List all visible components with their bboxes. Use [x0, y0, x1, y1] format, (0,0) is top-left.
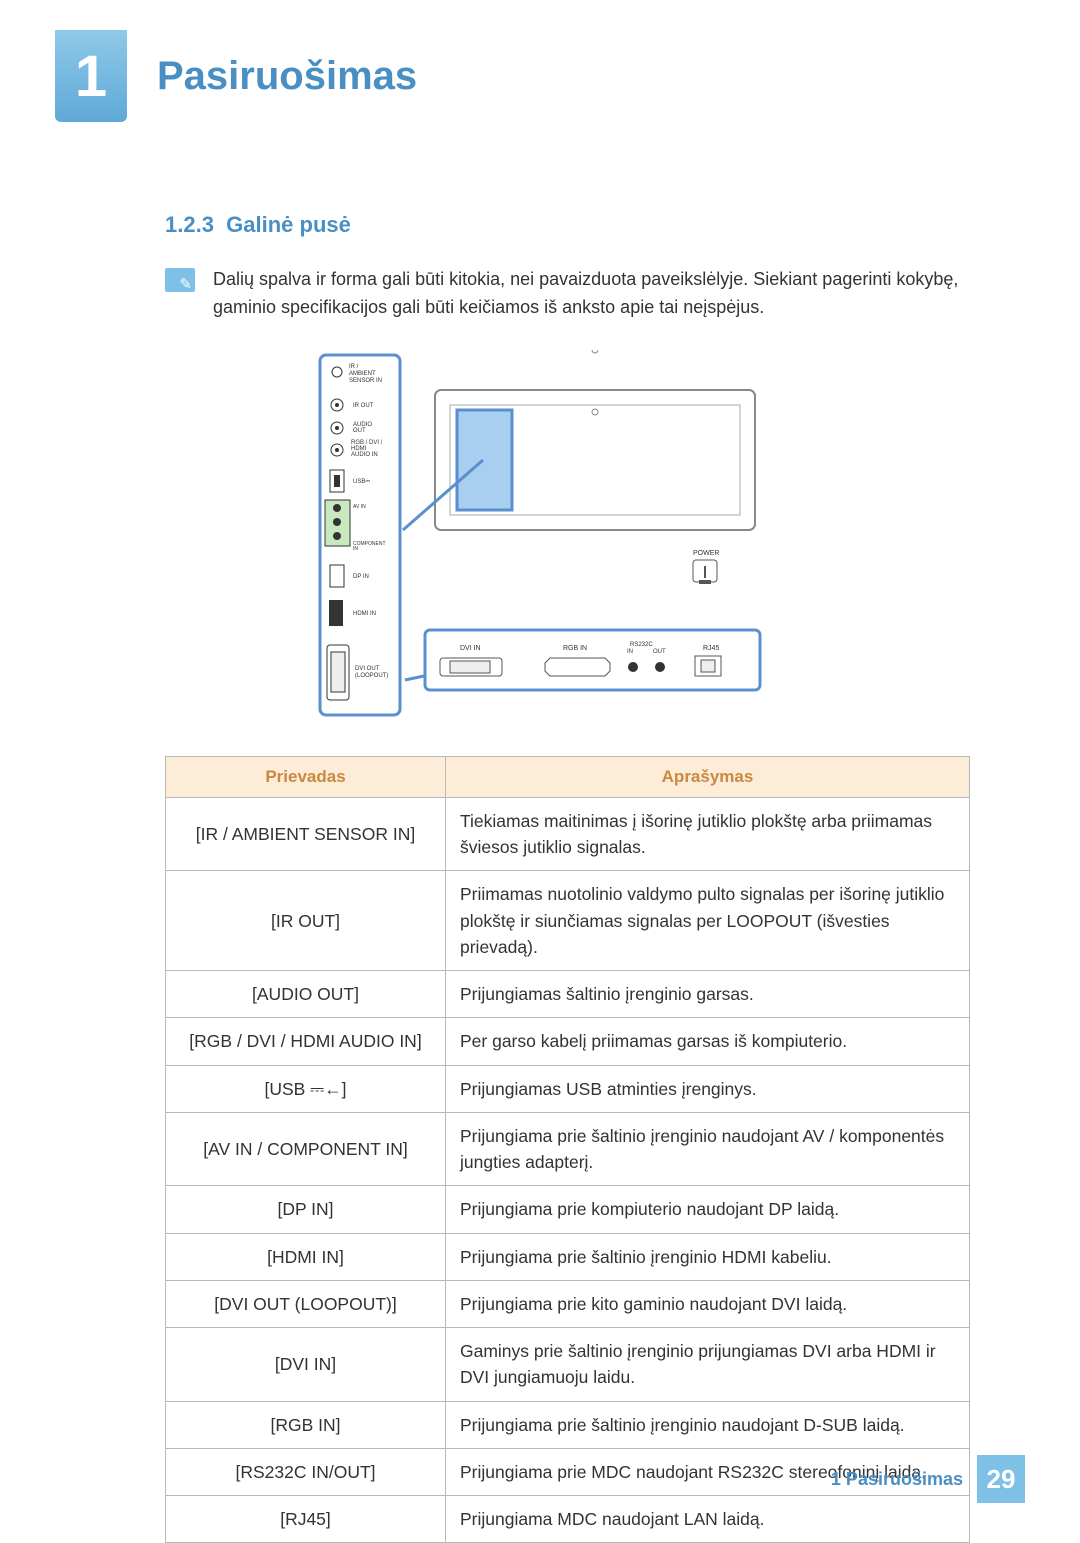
svg-text:USB⎓: USB⎓ [353, 479, 370, 485]
port-cell: [AV IN / COMPONENT IN] [166, 1112, 446, 1186]
table-row: [IR / AMBIENT SENSOR IN]Tiekiamas maitin… [166, 797, 970, 871]
page-footer: 1 Pasiruošimas 29 [831, 1455, 1025, 1503]
port-cell: [RGB IN] [166, 1401, 446, 1448]
svg-text:RS232C: RS232C [630, 642, 653, 648]
description-cell: Prijungiamas šaltinio įrenginio garsas. [446, 971, 970, 1018]
svg-text:IN: IN [353, 546, 358, 552]
svg-text:IR OUT: IR OUT [353, 403, 374, 409]
chapter-number: 1 [75, 43, 107, 110]
chapter-title: Pasiruošimas [157, 54, 417, 99]
table-row: [RGB / DVI / HDMI AUDIO IN]Per garso kab… [166, 1018, 970, 1065]
page-header: 1 Pasiruošimas [55, 30, 1025, 122]
description-cell: Per garso kabelį priimamas garsas iš kom… [446, 1018, 970, 1065]
port-cell: [RGB / DVI / HDMI AUDIO IN] [166, 1018, 446, 1065]
svg-text:AUDIO IN: AUDIO IN [351, 452, 378, 458]
port-cell: [DVI OUT (LOOPOUT)] [166, 1280, 446, 1327]
footer-page-number: 29 [977, 1455, 1025, 1503]
ports-table: Prievadas Aprašymas [IR / AMBIENT SENSOR… [165, 756, 970, 1543]
svg-text:(LOOPOUT): (LOOPOUT) [355, 673, 388, 679]
footer-text: 1 Pasiruošimas [831, 1469, 963, 1490]
svg-text:OUT: OUT [653, 649, 666, 655]
svg-text:HDMI IN: HDMI IN [353, 611, 376, 617]
note-text: Dalių spalva ir forma gali būti kitokia,… [213, 266, 1025, 322]
diagram-svg: IR / AMBIENT SENSOR IN IR OUT AUDIO OUT … [315, 350, 765, 720]
svg-text:DP IN: DP IN [353, 574, 369, 580]
chapter-number-box: 1 [55, 30, 127, 122]
section-title: Galinė pusė [226, 212, 351, 237]
port-cell: [IR OUT] [166, 871, 446, 971]
section-number: 1.2.3 [165, 212, 214, 237]
svg-text:IN: IN [627, 649, 633, 655]
table-row: [AUDIO OUT]Prijungiamas šaltinio įrengin… [166, 971, 970, 1018]
table-row: [USB ⎓←]Prijungiamas USB atminties įreng… [166, 1065, 970, 1112]
port-cell: [AUDIO OUT] [166, 971, 446, 1018]
table-row: [IR OUT]Priimamas nuotolinio valdymo pul… [166, 871, 970, 971]
description-cell: Prijungiama prie kompiuterio naudojant D… [446, 1186, 970, 1233]
table-header-port: Prievadas [166, 756, 446, 797]
port-cell: [DVI IN] [166, 1328, 446, 1402]
description-cell: Prijungiama prie šaltinio įrenginio naud… [446, 1401, 970, 1448]
table-row: [AV IN / COMPONENT IN]Prijungiama prie š… [166, 1112, 970, 1186]
port-cell: [IR / AMBIENT SENSOR IN] [166, 797, 446, 871]
svg-text:AV IN: AV IN [353, 504, 366, 510]
port-cell: [HDMI IN] [166, 1233, 446, 1280]
description-cell: Prijungiama prie kito gaminio naudojant … [446, 1280, 970, 1327]
svg-text:DVI OUT: DVI OUT [355, 666, 380, 672]
table-header-desc: Aprašymas [446, 756, 970, 797]
svg-text:POWER: POWER [693, 550, 719, 557]
table-row: [DP IN]Prijungiama prie kompiuterio naud… [166, 1186, 970, 1233]
svg-text:IR /: IR / [349, 364, 359, 370]
port-cell: [RJ45] [166, 1496, 446, 1543]
note-block: Dalių spalva ir forma gali būti kitokia,… [165, 266, 1025, 322]
description-cell: Gaminys prie šaltinio įrenginio prijungi… [446, 1328, 970, 1402]
table-row: [HDMI IN]Prijungiama prie šaltinio įreng… [166, 1233, 970, 1280]
svg-text:AMBIENT: AMBIENT [349, 371, 376, 377]
table-row: [DVI OUT (LOOPOUT)]Prijungiama prie kito… [166, 1280, 970, 1327]
description-cell: Prijungiamas USB atminties įrenginys. [446, 1065, 970, 1112]
svg-text:OUT: OUT [353, 428, 366, 434]
svg-text:DVI IN: DVI IN [460, 645, 481, 652]
description-cell: Priimamas nuotolinio valdymo pulto signa… [446, 871, 970, 971]
table-row: [RGB IN]Prijungiama prie šaltinio įrengi… [166, 1401, 970, 1448]
port-cell: [USB ⎓←] [166, 1065, 446, 1112]
port-cell: [DP IN] [166, 1186, 446, 1233]
svg-text:SENSOR IN: SENSOR IN [349, 378, 382, 384]
section-heading: 1.2.3 Galinė pusė [165, 212, 1025, 238]
description-cell: Prijungiama prie šaltinio įrenginio naud… [446, 1112, 970, 1186]
description-cell: Tiekiamas maitinimas į išorinę jutiklio … [446, 797, 970, 871]
svg-text:RGB IN: RGB IN [563, 645, 587, 652]
svg-text:RJ45: RJ45 [703, 645, 719, 652]
note-icon [165, 268, 195, 292]
rear-panel-diagram: IR / AMBIENT SENSOR IN IR OUT AUDIO OUT … [55, 350, 1025, 720]
port-cell: [RS232C IN/OUT] [166, 1448, 446, 1495]
table-row: [DVI IN]Gaminys prie šaltinio įrenginio … [166, 1328, 970, 1402]
description-cell: Prijungiama prie šaltinio įrenginio HDMI… [446, 1233, 970, 1280]
